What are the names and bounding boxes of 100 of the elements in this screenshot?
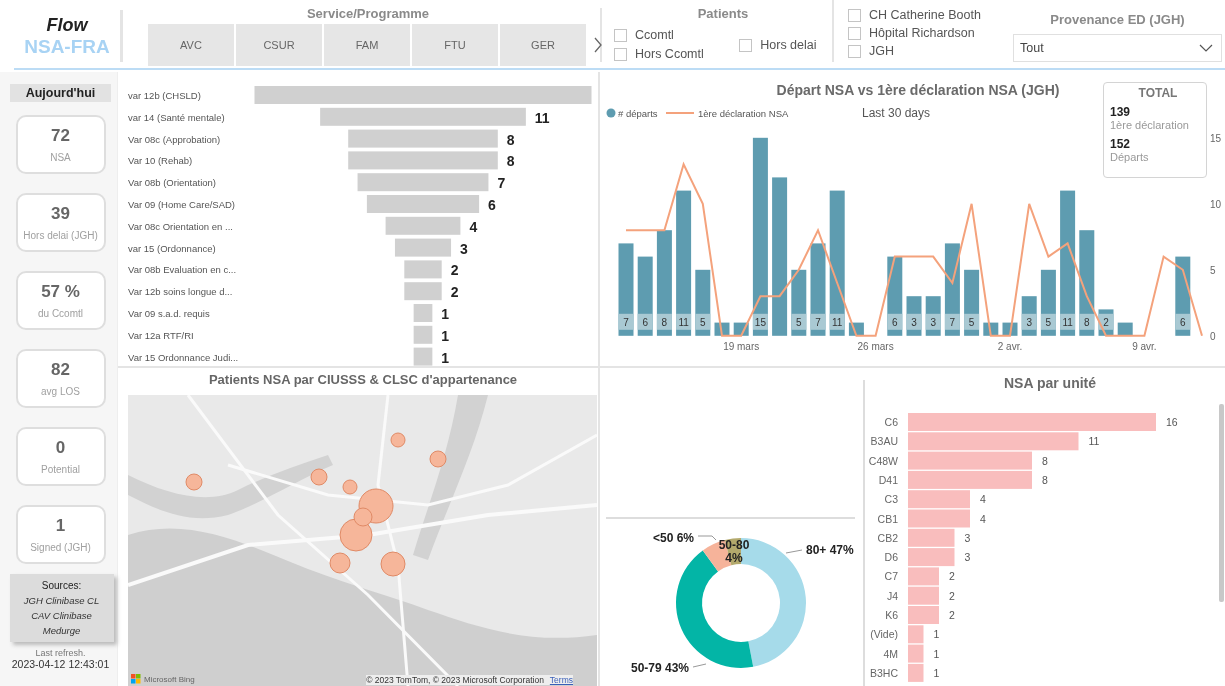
value-label: 7 (497, 175, 506, 192)
axis-label: 26 mars (857, 340, 894, 352)
checkbox[interactable] (848, 26, 861, 40)
axis-label: CB2 (877, 531, 898, 544)
value-label: 2 (949, 589, 955, 602)
axis-label: 5 (1210, 264, 1216, 276)
axis-label: (Vide) (870, 628, 898, 641)
funnel-bar (404, 282, 442, 301)
terms-link[interactable]: Terms (549, 675, 573, 685)
dropdown[interactable]: Tout (1013, 34, 1222, 62)
chart-title: Départ NSA vs 1ère déclaration NSA (JGH) (776, 82, 1060, 98)
axis-label: C7 (884, 570, 898, 583)
kpi-label: NSA (50, 152, 71, 163)
checkbox-label[interactable]: Hors delai (760, 38, 817, 52)
bar-label: Var 08c Orientation en ... (128, 220, 233, 232)
value-label: 3 (964, 551, 971, 564)
checkbox[interactable] (848, 8, 861, 22)
kpi-label: avg LOS (41, 386, 80, 397)
value-label: 1 (441, 327, 450, 344)
value-label: 8 (506, 153, 515, 170)
value-label: 2 (450, 284, 459, 301)
bar-label: Var 08c (Approbation) (128, 133, 221, 145)
value-label: 11 (1088, 435, 1100, 448)
value-label: 16 (1166, 416, 1178, 428)
total-value: 139 (1110, 105, 1132, 119)
value-label: 2 (450, 262, 459, 279)
value-label: 11 (534, 109, 550, 126)
axis-label: 15 (1210, 132, 1222, 144)
bar-label: Var 10 (Rehab) (128, 155, 193, 167)
filter-button[interactable]: AVC (148, 24, 234, 66)
legend-dot (606, 108, 616, 118)
value-label: 8 (506, 131, 515, 148)
scrollbar[interactable] (1219, 404, 1224, 602)
value-label: 2 (949, 609, 955, 621)
filter-button[interactable]: CSUR (236, 24, 322, 66)
sources-title: Sources: (41, 580, 82, 591)
filter-title: Service/Programme (305, 6, 431, 21)
axis-label: C6 (884, 416, 898, 428)
axis-label: C3 (884, 493, 898, 506)
total-title: TOTAL (1137, 86, 1179, 100)
bar-label: var 12b (CHSLD) (128, 90, 201, 101)
checkbox[interactable] (614, 47, 627, 61)
axis-label: C48W (868, 454, 898, 467)
value-label: 8 (1042, 473, 1048, 486)
bar (908, 509, 970, 528)
kpi-value: 39 (51, 204, 70, 224)
filter-title: Provenance ED (JGH) (1049, 12, 1186, 27)
chart-title: NSA par unité (1004, 375, 1096, 391)
value-label: 1 (441, 349, 450, 366)
checkbox-label[interactable]: JGH (869, 44, 894, 58)
axis-label: K6 (885, 609, 898, 621)
checkbox[interactable] (614, 28, 627, 42)
funnel-bar (413, 325, 433, 344)
total-value: 152 (1110, 137, 1132, 151)
axis-label: 4M (883, 647, 898, 660)
value-label: 8 (1042, 454, 1048, 467)
filter-button[interactable]: GER (500, 24, 586, 66)
legend-label: # départs (618, 108, 658, 119)
bar-label: Var 09 s.a.d. requis (128, 308, 210, 319)
checkbox-label[interactable]: CH Catherine Booth (869, 8, 981, 22)
value-label: 1 (441, 306, 450, 322)
filter-button[interactable]: FAM (324, 24, 410, 66)
value-label: 2 (949, 570, 955, 583)
bar-label: Var 09 (Home Care/SAD) (128, 199, 235, 210)
squares-logo-icon (131, 674, 141, 684)
app-title: Flow (46, 14, 88, 36)
kpi-label: Hors delai (JGH) (23, 230, 98, 241)
checkbox-label[interactable]: Hors Ccomtl (635, 47, 704, 61)
map-title: Patients NSA par CIUSSS & CLSC d'appartenance (207, 371, 519, 389)
kpi-value: 72 (51, 126, 70, 146)
filter-button[interactable]: FTU (412, 24, 498, 66)
value-label: 1 (933, 666, 940, 679)
leader-line (692, 663, 707, 668)
kpi-value: 82 (51, 360, 70, 380)
axis-label: 10 (1210, 198, 1222, 210)
funnel-bar (413, 347, 433, 366)
chevron-down-icon[interactable] (1199, 44, 1213, 52)
checkbox[interactable] (848, 44, 861, 58)
chevron-right-icon[interactable] (593, 36, 603, 54)
kpi-label: Signed (JGH) (30, 542, 91, 553)
total-label: Départs (1110, 151, 1150, 163)
source-name: CAV Clinibase (31, 610, 92, 621)
kpi-label: Potential (41, 464, 80, 475)
refresh-time: 2023-04-12 12:43:01 (11, 658, 110, 670)
axis-label: D6 (884, 551, 898, 564)
refresh-label: Last refresh. (35, 648, 86, 658)
slice-label: 50-79 43% (630, 661, 689, 675)
app-name: NSA-FRA (24, 35, 110, 58)
checkbox-label[interactable]: Ccomtl (635, 28, 674, 42)
source-name: Medurge (42, 625, 81, 636)
axis-label: J4 (886, 589, 898, 602)
bar (908, 644, 924, 663)
source-name: JGH Clinibase CL (23, 595, 100, 606)
kpi-value: 57 % (41, 282, 80, 302)
bar (908, 663, 924, 682)
checkbox[interactable] (739, 38, 753, 52)
value-label: 4 (980, 493, 986, 506)
value-label: 6 (488, 197, 496, 213)
bar-label: Var 15 Ordonnance Judi... (128, 351, 239, 363)
checkbox-label[interactable]: Hôpital Richardson (869, 26, 975, 40)
